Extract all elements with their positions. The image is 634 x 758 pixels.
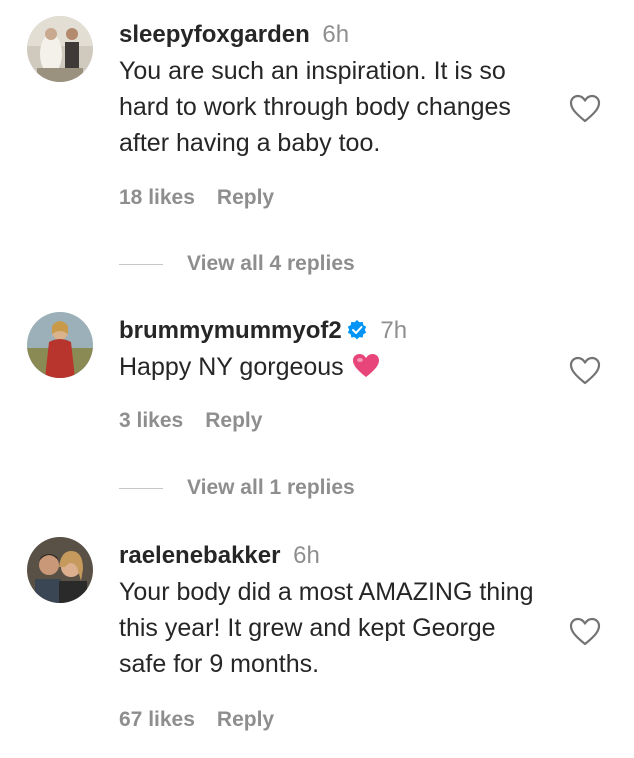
likes-count[interactable]: 3 likes [119,409,183,432]
avatar-image-raelenebakker [27,537,93,603]
avatar-image-brummymummyof2 [27,312,93,378]
pink-heart-emoji-icon [352,354,379,377]
like-heart-icon[interactable] [569,356,601,386]
username[interactable]: raelenebakker [119,542,280,569]
username[interactable]: sleepyfoxgarden [119,21,310,48]
view-replies-label: View all 4 replies [187,252,355,275]
reply-button[interactable]: Reply [205,409,262,432]
comment-text: Your body did a most AMAZING thing this … [119,578,534,678]
avatar[interactable] [27,16,93,82]
likes-count[interactable]: 18 likes [119,186,195,209]
avatar[interactable] [27,537,93,603]
timestamp[interactable]: 7h [380,317,407,344]
like-heart-icon[interactable] [569,617,601,647]
comment-text-row: Happy NY gorgeous [119,349,549,385]
replies-divider [119,487,163,489]
timestamp[interactable]: 6h [322,21,349,48]
username[interactable]: brummymummyof2 [119,317,342,344]
view-replies-label: View all 1 replies [187,476,355,499]
timestamp[interactable]: 6h [293,542,320,569]
replies-divider [119,263,163,265]
reply-button[interactable]: Reply [217,186,274,209]
avatar[interactable] [27,312,93,378]
reply-button[interactable]: Reply [217,708,274,731]
verified-badge-icon [347,320,366,340]
comment-text: Happy NY gorgeous [119,353,344,381]
like-heart-icon[interactable] [569,94,601,124]
likes-count[interactable]: 67 likes [119,708,195,731]
view-replies-button[interactable]: View all 1 replies [119,476,355,504]
comment-text: You are such an inspiration. It is so ha… [119,57,511,157]
avatar-image-sleepyfoxgarden [27,16,93,82]
view-replies-button[interactable]: View all 4 replies [119,252,355,280]
